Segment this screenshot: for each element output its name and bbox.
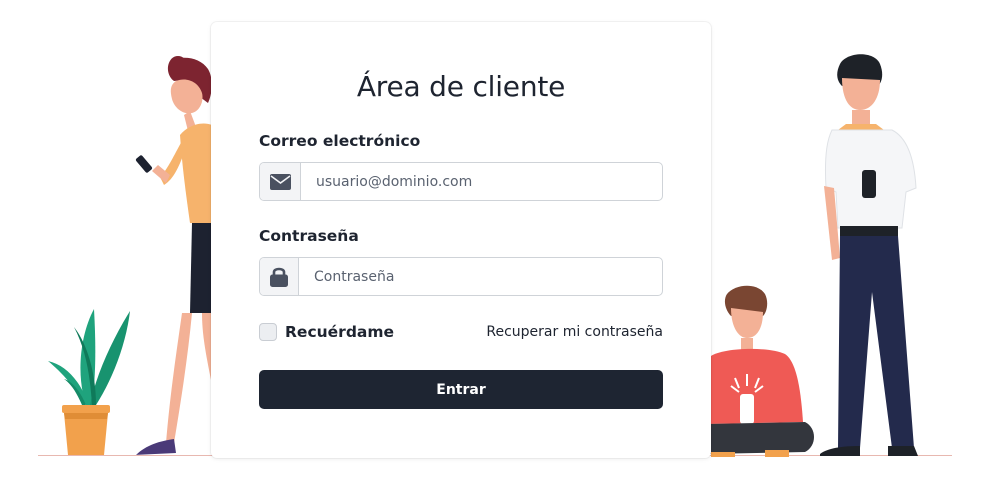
login-card: Área de cliente Correo electrónico Contr… (211, 22, 711, 458)
password-label: Contraseña (259, 227, 359, 245)
lock-icon (260, 258, 299, 295)
standing-man-illustration (820, 54, 918, 456)
seated-boy-illustration (705, 285, 814, 457)
submit-button[interactable]: Entrar (259, 370, 663, 409)
remember-row: Recuérdame Recuperar mi contraseña (259, 322, 663, 342)
envelope-icon (260, 163, 301, 200)
email-label: Correo electrónico (259, 132, 421, 150)
page-title: Área de cliente (356, 70, 566, 103)
email-field-group (259, 162, 663, 201)
remember-checkbox[interactable] (259, 323, 277, 341)
woman-illustration (134, 56, 212, 455)
plant-illustration (48, 309, 130, 455)
password-field-group (259, 257, 663, 296)
email-input[interactable] (301, 163, 662, 200)
password-input[interactable] (299, 258, 662, 295)
remember-label[interactable]: Recuérdame (285, 323, 394, 341)
recover-password-link[interactable]: Recuperar mi contraseña (486, 324, 663, 340)
